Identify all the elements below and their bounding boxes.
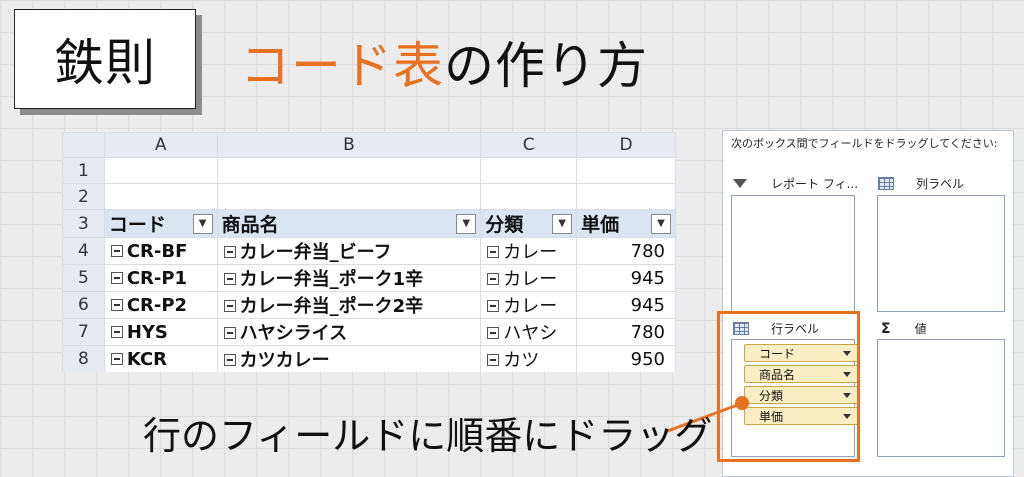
instruction-caption: 行のフィールドに順番にドラッグ: [143, 414, 713, 458]
arrow-dot: [735, 396, 749, 410]
annotation-arrow: [664, 396, 749, 434]
